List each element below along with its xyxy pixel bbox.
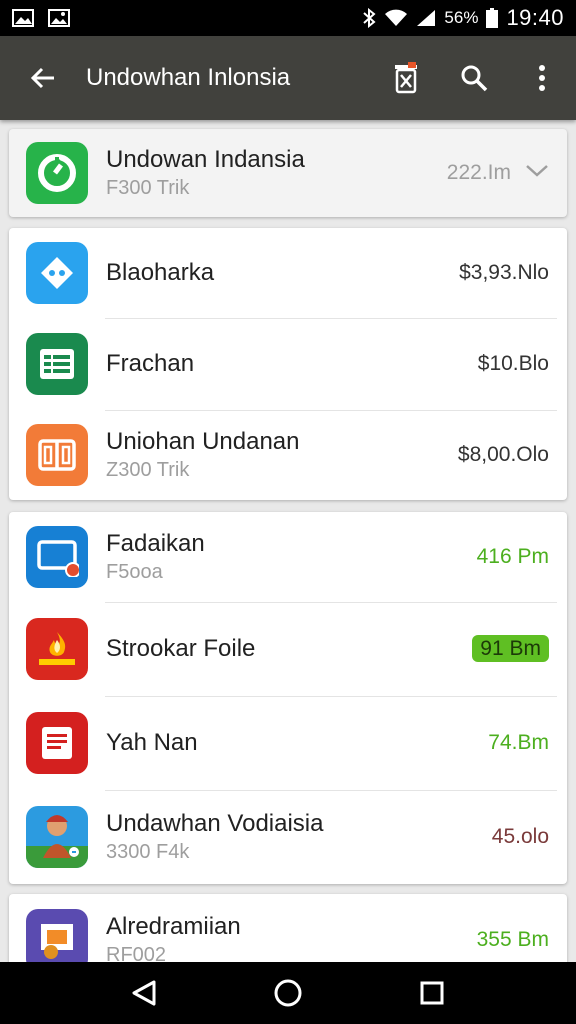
bluetooth-icon: [362, 8, 376, 28]
search-icon: [461, 65, 488, 92]
app-name: Alredramiian: [106, 913, 241, 940]
wifi-icon: [384, 9, 408, 27]
app-bar: Undowhan Inlonsia: [0, 36, 576, 120]
list-item[interactable]: Alredramiian RF002 355 Bm: [9, 894, 567, 962]
app-size: $3,93.Nlo: [459, 261, 549, 284]
app-size: 74.Bm: [488, 731, 549, 754]
trash-button[interactable]: [372, 36, 440, 120]
document-icon: [26, 712, 88, 774]
list-item[interactable]: Frachan $10.Blo: [9, 318, 567, 410]
list-item[interactable]: Strookar Foile 91 Bm: [9, 602, 567, 696]
expanded-app-card[interactable]: Undowan Indansia F300 Trik 222.Im: [9, 129, 567, 217]
app-name: Frachan: [106, 350, 195, 377]
app-name: Undawhan Vodiaisia: [106, 810, 324, 837]
app-name: Blaoharka: [106, 259, 215, 286]
screen-app-icon: [26, 526, 88, 588]
list-item[interactable]: Blaoharka $3,93.Nlo: [9, 228, 567, 318]
chevron-down-icon[interactable]: [525, 163, 549, 184]
app-group-3: Alredramiian RF002 355 Bm: [9, 894, 567, 962]
nav-recents-button[interactable]: [392, 962, 472, 1024]
back-button[interactable]: [0, 36, 86, 120]
back-triangle-icon: [132, 980, 156, 1006]
arrow-back-icon: [30, 67, 54, 89]
more-vert-icon: [539, 65, 545, 91]
book-icon: [26, 424, 88, 486]
recents-square-icon: [420, 981, 444, 1005]
app-size: 222.Im: [446, 161, 511, 184]
list-item[interactable]: Undowan Indansia F300 Trik 222.Im: [9, 129, 567, 217]
battery-percent: 56%: [444, 8, 479, 27]
app-list: Undowan Indansia F300 Trik 222.Im Blaoha…: [0, 120, 576, 962]
app-subtitle: F300 Trik: [106, 177, 190, 199]
home-circle-icon: [274, 979, 302, 1007]
status-bar: 56% 19:40: [0, 0, 576, 36]
trash-icon: [395, 62, 417, 94]
app-subtitle: 3300 F4k: [106, 841, 190, 863]
clock: 19:40: [506, 5, 564, 30]
app-size: 416 Pm: [476, 545, 549, 568]
search-button[interactable]: [440, 36, 508, 120]
navigation-bar: [0, 962, 576, 1024]
list-item[interactable]: Undawhan Vodiaisia 3300 F4k 45.olo: [9, 790, 567, 884]
app-name: Undowan Indansia: [106, 146, 305, 173]
app-size: 91 Bm: [472, 635, 549, 662]
list-item[interactable]: Yah Nan 74.Bm: [9, 696, 567, 790]
nav-back-button[interactable]: [104, 962, 184, 1024]
app-name: Uniohan Undanan: [106, 428, 300, 455]
app-group-1: Blaoharka $3,93.Nlo Frachan $10.Blo Unio…: [9, 228, 567, 500]
app-subtitle: Z300 Trik: [106, 459, 190, 481]
app-size: $10.Blo: [477, 352, 549, 375]
page-title: Undowhan Inlonsia: [86, 64, 291, 91]
image-notification-icon: [48, 9, 70, 27]
flame-app-icon: [26, 618, 88, 680]
list-item[interactable]: Uniohan Undanan Z300 Trik $8,00.Olo: [9, 410, 567, 500]
app-group-2: Fadaikan F5ooa 416 Pm Strookar Foile 91 …: [9, 512, 567, 884]
refresh-app-icon: [26, 142, 88, 204]
app-size: 45.olo: [491, 825, 549, 848]
more-options-button[interactable]: [508, 36, 576, 120]
game-controller-icon: [26, 242, 88, 304]
app-subtitle: RF002: [106, 944, 167, 962]
nav-home-button[interactable]: [248, 962, 328, 1024]
app-size: 355 Bm: [476, 928, 549, 951]
app-size: $8,00.Olo: [457, 443, 549, 466]
game-character-icon: [26, 806, 88, 868]
app-name: Strookar Foile: [106, 635, 256, 662]
signal-icon: [416, 9, 436, 27]
app-subtitle: F5ooa: [106, 561, 163, 583]
app-name: Yah Nan: [106, 729, 198, 756]
list-item[interactable]: Fadaikan F5ooa 416 Pm: [9, 512, 567, 602]
gallery-notification-icon: [12, 9, 34, 27]
app-name: Fadaikan: [106, 530, 205, 557]
basketball-app-icon: [26, 909, 88, 962]
battery-icon: [486, 8, 499, 28]
spreadsheet-icon: [26, 333, 88, 395]
size-badge: 91 Bm: [472, 635, 549, 662]
